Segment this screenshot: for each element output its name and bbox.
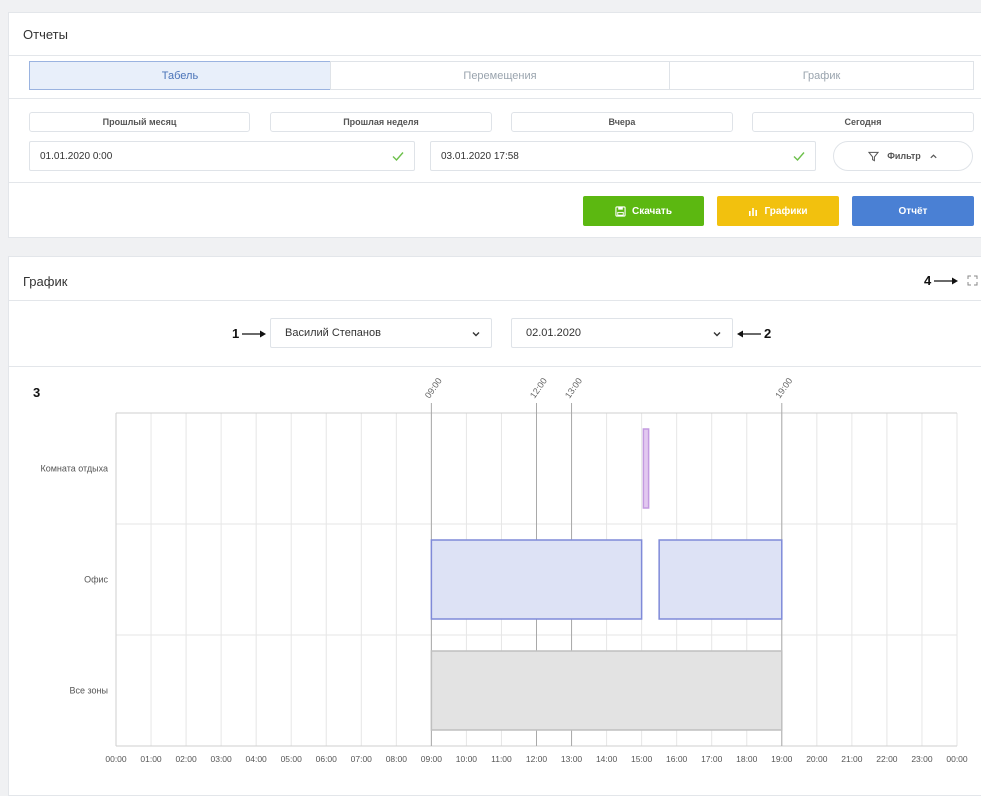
x-tick-label: 14:00	[596, 754, 618, 764]
x-tick-label: 00:00	[946, 754, 968, 764]
row-label: Офис	[84, 575, 108, 585]
x-tick-label: 10:00	[456, 754, 478, 764]
x-tick-label: 15:00	[631, 754, 653, 764]
marker-label: 12:00	[528, 376, 549, 400]
x-tick-label: 05:00	[281, 754, 303, 764]
x-tick-label: 01:00	[140, 754, 162, 764]
x-tick-label: 18:00	[736, 754, 758, 764]
x-tick-label: 11:00	[491, 754, 512, 764]
marker-label: 19:00	[773, 376, 794, 400]
x-tick-label: 19:00	[771, 754, 793, 764]
x-tick-label: 03:00	[210, 754, 232, 764]
x-tick-label: 02:00	[175, 754, 197, 764]
x-tick-label: 13:00	[561, 754, 583, 764]
row-label: Комната отдыха	[41, 464, 109, 474]
schedule-bar	[642, 428, 650, 509]
x-tick-label: 20:00	[806, 754, 828, 764]
schedule-chart: 09:00 12:00 13:00 19:00 Комната отдыха Офис Вс…	[41, 376, 968, 764]
x-tick-label: 17:00	[701, 754, 723, 764]
x-tick-label: 21:00	[841, 754, 863, 764]
x-tick-label: 09:00	[421, 754, 443, 764]
schedule-bar	[430, 650, 783, 731]
marker-label: 09:00	[423, 376, 444, 400]
x-tick-label: 23:00	[911, 754, 933, 764]
schedule-bar	[658, 539, 783, 620]
x-tick-label: 12:00	[526, 754, 548, 764]
x-tick-label: 00:00	[105, 754, 127, 764]
x-tick-label: 04:00	[246, 754, 268, 764]
x-tick-label: 08:00	[386, 754, 408, 764]
x-tick-label: 22:00	[876, 754, 898, 764]
schedule-bar	[430, 539, 643, 620]
x-tick-label: 06:00	[316, 754, 338, 764]
marker-label: 13:00	[563, 376, 584, 400]
row-label: Все зоны	[70, 686, 108, 696]
x-tick-label: 07:00	[351, 754, 373, 764]
x-tick-label: 16:00	[666, 754, 688, 764]
